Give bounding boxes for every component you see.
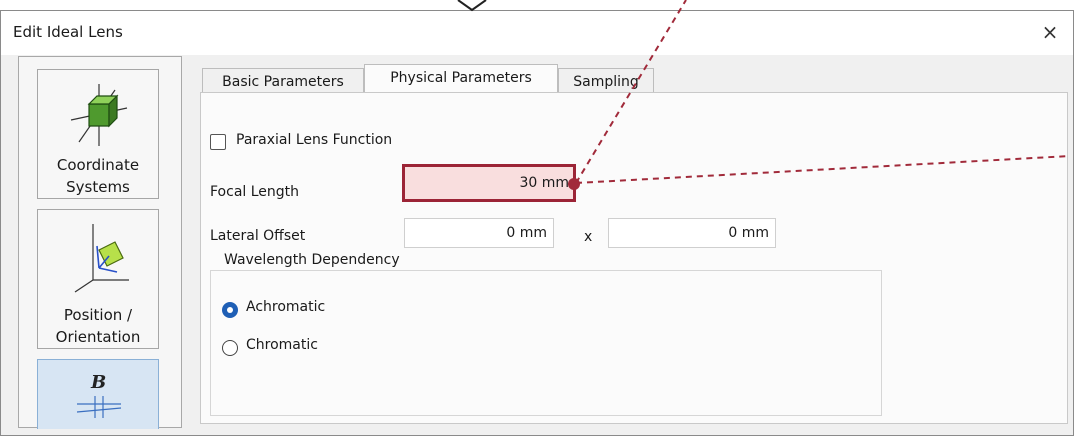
sidebar-item-label: Position /	[63, 306, 133, 324]
paraxial-lens-label: Paraxial Lens Function	[236, 132, 393, 148]
position-orientation-icon	[74, 224, 129, 293]
coordinate-systems-icon	[70, 84, 128, 146]
focal-length-label: Focal Length	[210, 184, 300, 200]
chromatic-radio[interactable]	[222, 340, 238, 356]
radio-dot	[227, 307, 233, 313]
lateral-offset-separator: x	[584, 229, 593, 245]
sidebar-item-label: Systems	[66, 178, 130, 196]
lateral-offset-y-input[interactable]: 0 mm	[608, 218, 776, 248]
chromatic-label: Chromatic	[246, 337, 318, 353]
lateral-offset-label: Lateral Offset	[210, 228, 306, 244]
close-button[interactable]: ×	[1035, 17, 1065, 47]
category-list: Coordinate Systems Position / Orientatio…	[18, 56, 182, 429]
lateral-offset-x-input[interactable]: 0 mm	[404, 218, 554, 248]
wavelength-dependency-title: Wavelength Dependency	[220, 252, 404, 268]
title-bar: Edit Ideal Lens ×	[1, 11, 1073, 55]
arrow-head-icon	[457, 0, 487, 12]
sidebar-item-label: Orientation	[55, 328, 141, 346]
paraxial-lens-checkbox[interactable]	[210, 134, 226, 150]
svg-text:B: B	[90, 372, 106, 393]
dialog-title: Edit Ideal Lens	[13, 23, 123, 41]
b-field-icon: B	[76, 372, 122, 418]
sidebar-item-label: Coordinate	[56, 156, 140, 174]
focal-length-input[interactable]: 30 mm	[402, 164, 576, 202]
achromatic-radio[interactable]	[222, 302, 238, 318]
sidebar-item-position-orientation[interactable]: Position / Orientation	[37, 209, 159, 349]
sidebar-item-b-field[interactable]: B	[37, 359, 159, 429]
achromatic-label: Achromatic	[246, 299, 326, 315]
sidebar-item-coordinate-systems[interactable]: Coordinate Systems	[37, 69, 159, 199]
